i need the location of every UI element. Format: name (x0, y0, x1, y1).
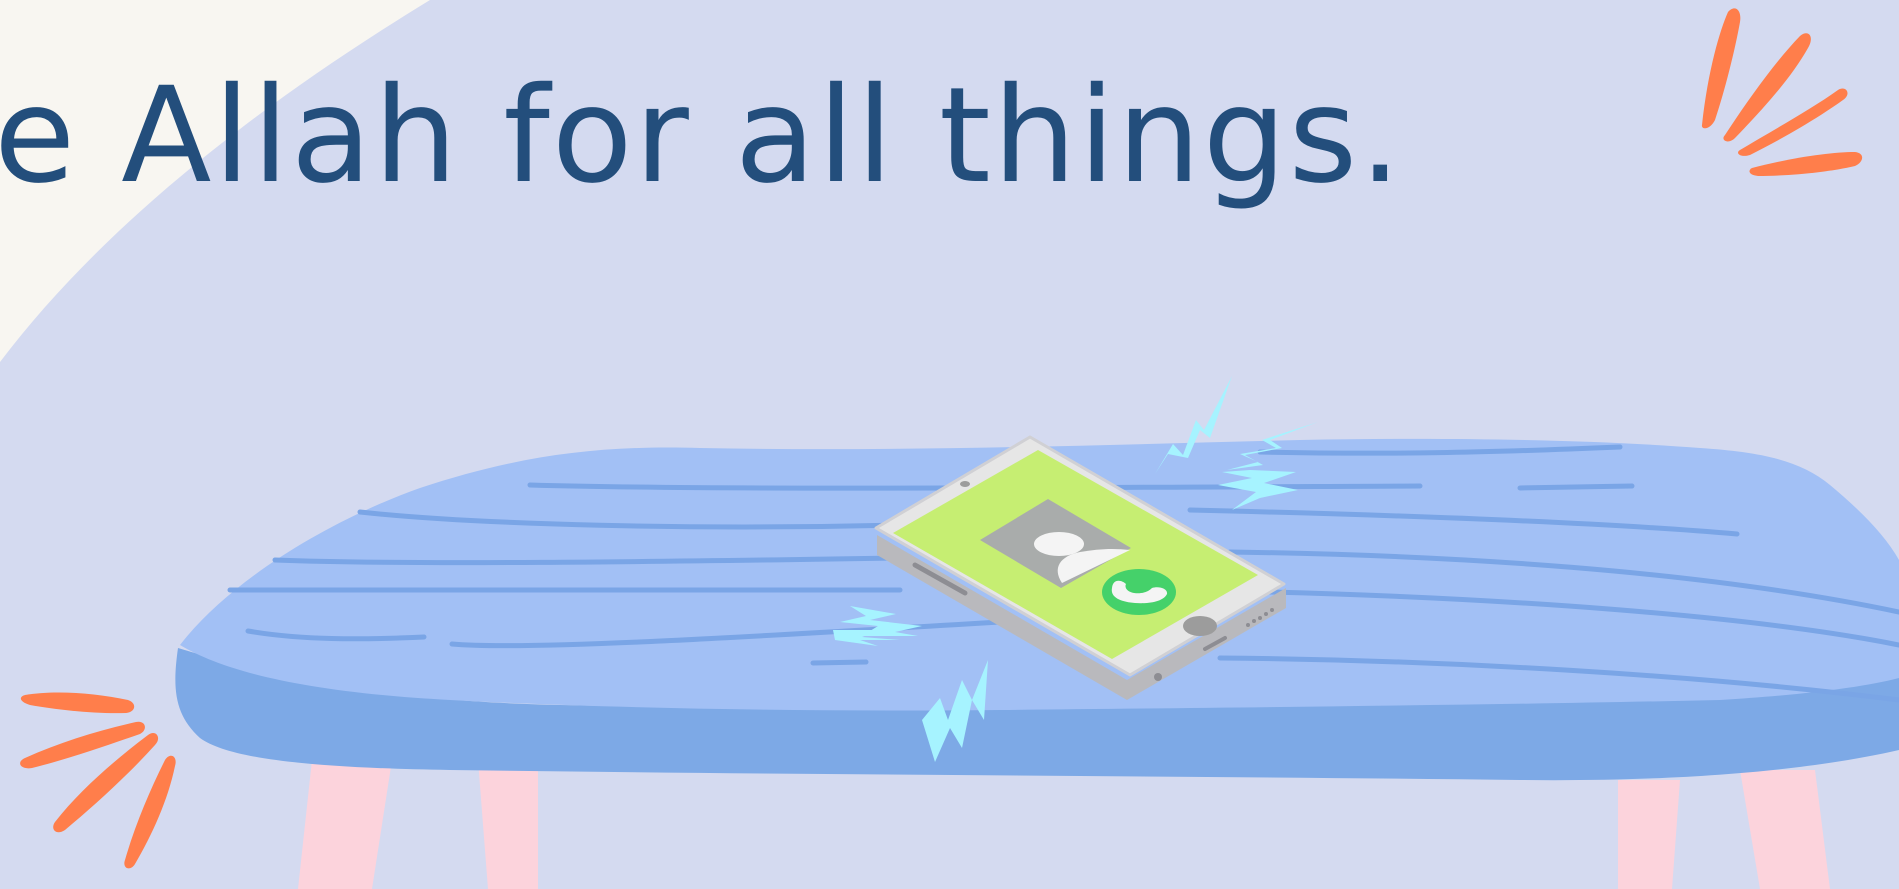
table-leg-back-right (1740, 770, 1830, 889)
phone-camera (960, 481, 970, 487)
accent-strokes-icon (20, 692, 176, 869)
table-leg-front-right (1618, 780, 1680, 889)
table-leg-front-left (298, 760, 392, 889)
home-button (1183, 616, 1217, 636)
call-handset-icon (1102, 569, 1176, 615)
illustration-stage: e Allah for all things. (0, 0, 1899, 889)
table-leg-back-left (478, 760, 538, 889)
accent-strokes-icon (1701, 8, 1863, 176)
scene-art (20, 8, 1899, 889)
